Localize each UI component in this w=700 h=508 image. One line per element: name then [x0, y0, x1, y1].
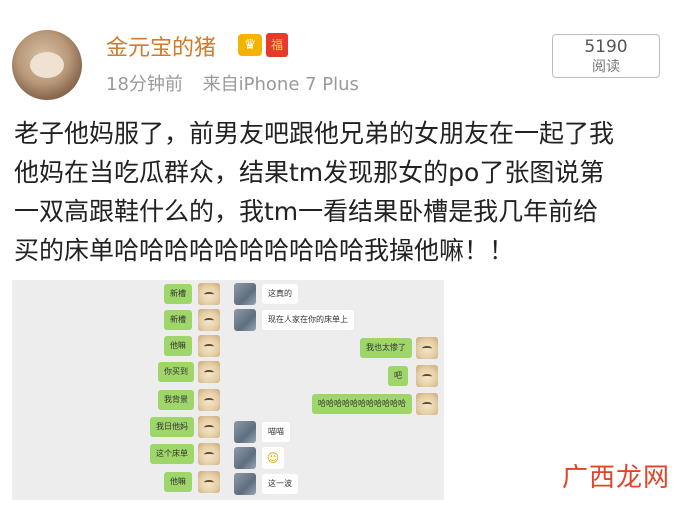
chat-avatar — [198, 309, 220, 331]
chat-bubble: 他嘛 — [164, 472, 192, 492]
chat-avatar — [234, 283, 256, 305]
chat-avatar — [416, 365, 438, 387]
chat-avatar — [198, 361, 220, 383]
chat-avatar — [198, 283, 220, 305]
chat-bubble: 吧 — [388, 366, 408, 386]
chat-avatar — [234, 447, 256, 469]
chat-bubble: 我背景 — [158, 390, 194, 410]
post-text-line: 买的床单哈哈哈哈哈哈哈哈哈哈我操他嘛！！ — [14, 236, 515, 265]
chat-bubble: 这一波 — [262, 474, 298, 494]
post-text-line: 他妈在当吃瓜群众，结果tm发现那女的po了张图说第 — [14, 158, 605, 187]
post-text-line: 一双高跟鞋什么的，我tm一看结果卧槽是我几年前给 — [14, 197, 599, 226]
chat-bubble: 喵喵 — [262, 422, 290, 442]
post-body: 老子他妈服了，前男友吧跟他兄弟的女朋友在一起了我 他妈在当吃瓜群众，结果tm发现… — [14, 114, 690, 270]
chat-avatar — [416, 393, 438, 415]
chat-avatar — [198, 443, 220, 465]
crown-badge-icon: ♛ — [238, 34, 262, 56]
chat-bubble: 你买到 — [158, 362, 194, 382]
watermark: 广西龙网 — [561, 463, 670, 493]
sticker-icon: ☺ — [262, 447, 284, 469]
chat-bubble: 新槽 — [164, 284, 192, 304]
chat-avatar — [416, 337, 438, 359]
read-count: 5190 — [584, 37, 628, 57]
chat-bubble: 现在人家在你的床单上 — [262, 310, 354, 330]
red-packet-icon: 福 — [266, 33, 288, 57]
post-time: 18分钟前 — [106, 74, 183, 95]
username[interactable]: 金元宝的猪 — [106, 30, 216, 62]
chat-bubble: 我也太惨了 — [360, 338, 412, 358]
post-meta: 18分钟前 来自iPhone 7 Plus — [106, 70, 359, 96]
chat-bubble: 我日他妈 — [150, 417, 194, 437]
chat-avatar — [234, 473, 256, 495]
chat-bubble: 他嘛 — [164, 336, 192, 356]
chat-avatar — [198, 335, 220, 357]
chat-bubble: 这个床单 — [150, 444, 194, 464]
chat-screenshot-image[interactable]: 新槽 新槽 他嘛 你买到 我背景 我日他妈 这个床单 他嘛 这真的 现在人家在你… — [12, 280, 444, 500]
chat-avatar — [234, 421, 256, 443]
chat-avatar — [198, 416, 220, 438]
user-avatar[interactable] — [12, 30, 82, 100]
chat-bubble: 新槽 — [164, 310, 192, 330]
chat-avatar — [234, 309, 256, 331]
post-source: 来自iPhone 7 Plus — [202, 74, 359, 95]
chat-avatar — [198, 471, 220, 493]
chat-bubble: 这真的 — [262, 284, 298, 304]
chat-bubble: 哈哈哈哈哈哈哈哈哈哈哈 — [312, 394, 412, 414]
chat-avatar — [198, 389, 220, 411]
read-count-box: 5190 阅读 — [552, 34, 660, 78]
read-label: 阅读 — [592, 59, 620, 75]
post-text-line: 老子他妈服了，前男友吧跟他兄弟的女朋友在一起了我 — [14, 119, 615, 148]
